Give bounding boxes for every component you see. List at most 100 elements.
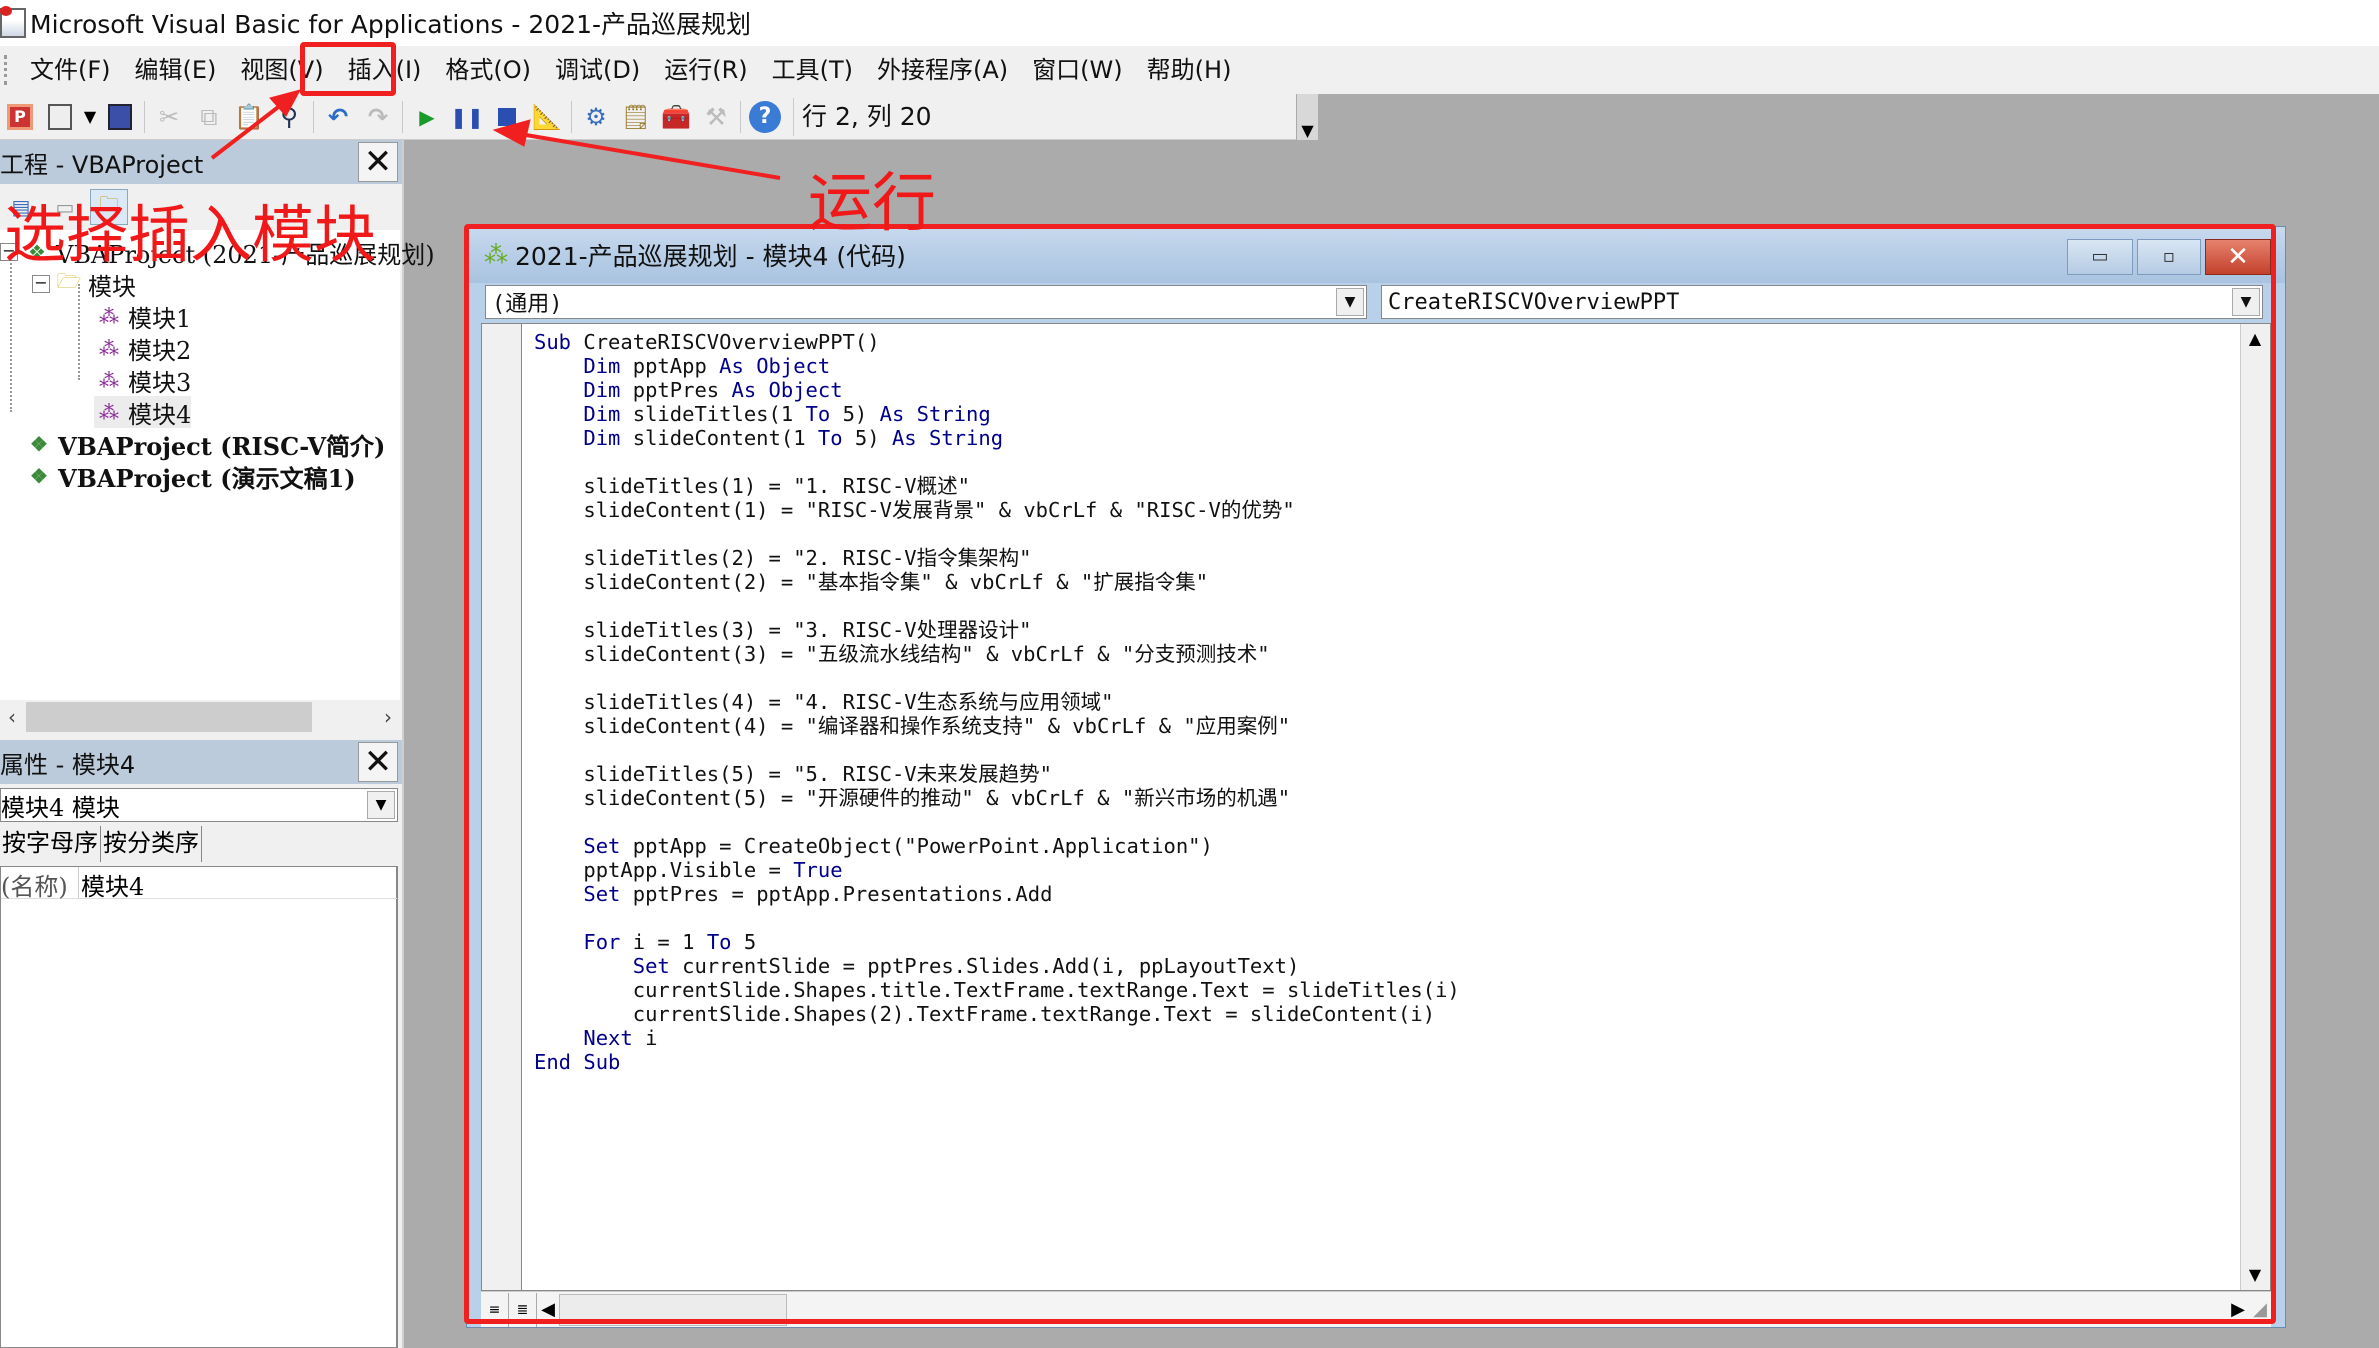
help-button[interactable]: ? <box>745 98 785 136</box>
tree-item-project[interactable]: ❖ VBAProject (RISC-V简介) <box>24 428 385 461</box>
scroll-up-icon[interactable]: ▲ <box>2241 324 2269 354</box>
tree-item-root-project[interactable]: − ❖ VBAProject (2021-产品巡展规划) <box>0 236 435 269</box>
properties-close-button[interactable]: ✕ <box>358 742 398 782</box>
code-line[interactable]: Dim pptPres As Object <box>534 378 1460 402</box>
code-horizontal-scrollbar[interactable]: ≡ ≣ ◀ ▶ ◢ <box>481 1291 2271 1327</box>
tree-item-module[interactable]: ⁂ 模块1 <box>94 300 191 333</box>
tree-item-module[interactable]: ⁂ 模块3 <box>94 364 191 397</box>
insert-dropdown-button[interactable]: ▼ <box>80 98 100 136</box>
paste-button[interactable]: 📋 <box>229 98 269 136</box>
collapse-icon[interactable]: − <box>32 275 50 293</box>
code-editor[interactable]: Sub CreateRISCVOverviewPPT() Dim pptApp … <box>481 323 2271 1291</box>
tree-item-project[interactable]: ❖ VBAProject (演示文稿1) <box>24 460 356 493</box>
menubar-grip-handle[interactable] <box>4 55 10 85</box>
menu-debug[interactable]: 调试(D) <box>543 48 652 92</box>
code-line[interactable]: Dim slideTitles(1 To 5) As String <box>534 402 1460 426</box>
code-line[interactable]: slideContent(1) = "RISC-V发展背景" & vbCrLf … <box>534 498 1460 522</box>
code-line[interactable]: Next i <box>534 1026 1460 1050</box>
menu-window[interactable]: 窗口(W) <box>1020 48 1134 92</box>
code-line[interactable]: slideContent(3) = "五级流水线结构" & vbCrLf & "… <box>534 642 1460 666</box>
undo-button[interactable]: ↶ <box>318 98 358 136</box>
code-line[interactable]: slideTitles(5) = "5. RISC-V未来发展趋势" <box>534 762 1460 786</box>
full-module-view-button[interactable]: ≣ <box>509 1292 537 1327</box>
procedure-combo[interactable]: CreateRISCVOverviewPPT ▼ <box>1381 285 2263 319</box>
code-line[interactable] <box>534 738 1460 762</box>
find-button[interactable]: ⚲ <box>269 98 309 136</box>
chevron-down-icon[interactable]: ▼ <box>367 791 395 819</box>
code-line[interactable]: slideTitles(1) = "1. RISC-V概述" <box>534 474 1460 498</box>
run-button[interactable]: ▶ <box>407 98 447 136</box>
redo-button[interactable]: ↷ <box>358 98 398 136</box>
scroll-left-icon[interactable]: ◀ <box>537 1299 559 1320</box>
scroll-left-icon[interactable]: ‹ <box>0 705 24 729</box>
code-line[interactable]: currentSlide.Shapes.title.TextFrame.text… <box>534 978 1460 1002</box>
scroll-right-icon[interactable]: ▶ <box>2227 1299 2249 1320</box>
menu-help[interactable]: 帮助(H) <box>1135 48 1244 92</box>
property-value[interactable]: 模块4 <box>79 867 144 901</box>
procedure-view-button[interactable]: ≡ <box>481 1292 509 1327</box>
menu-addins[interactable]: 外接程序(A) <box>865 48 1020 92</box>
menu-format[interactable]: 格式(O) <box>433 48 543 92</box>
code-line[interactable]: Sub CreateRISCVOverviewPPT() <box>534 330 1460 354</box>
view-powerpoint-button[interactable]: P <box>0 98 40 136</box>
menu-insert[interactable]: 插入(I) <box>336 48 434 92</box>
tab-alphabetic[interactable]: 按字母序 <box>0 826 101 862</box>
properties-object-select[interactable]: 模块4 模块 ▼ <box>0 788 398 822</box>
reset-button[interactable] <box>487 98 527 136</box>
design-mode-button[interactable]: 📐 <box>527 98 567 136</box>
code-line[interactable]: Set currentSlide = pptPres.Slides.Add(i,… <box>534 954 1460 978</box>
view-object-button[interactable]: ▭ <box>46 189 84 225</box>
save-button[interactable] <box>100 98 140 136</box>
code-line[interactable] <box>534 666 1460 690</box>
chevron-down-icon[interactable]: ▼ <box>1336 288 1364 316</box>
view-code-button[interactable]: ▤ <box>2 189 40 225</box>
code-line[interactable]: Dim pptApp As Object <box>534 354 1460 378</box>
menu-tools[interactable]: 工具(T) <box>760 48 865 92</box>
minimize-button[interactable]: ▭ <box>2067 239 2133 275</box>
chevron-down-icon[interactable]: ▼ <box>2232 288 2260 316</box>
code-line[interactable]: slideTitles(2) = "2. RISC-V指令集架构" <box>534 546 1460 570</box>
code-line[interactable]: currentSlide.Shapes(2).TextFrame.textRan… <box>534 1002 1460 1026</box>
code-line[interactable]: For i = 1 To 5 <box>534 930 1460 954</box>
code-line[interactable] <box>534 906 1460 930</box>
tree-item-module-selected[interactable]: ⁂ 模块4 <box>94 396 192 429</box>
tree-item-modules-folder[interactable]: − 🗁 模块 <box>32 268 136 301</box>
code-line[interactable] <box>534 594 1460 618</box>
resize-grip-icon[interactable]: ◢ <box>2249 1299 2271 1320</box>
code-vertical-scrollbar[interactable]: ▲ ▼ <box>2240 324 2270 1290</box>
scroll-down-icon[interactable]: ▼ <box>2241 1260 2269 1290</box>
collapse-icon[interactable]: − <box>0 243 18 261</box>
menu-edit[interactable]: 编辑(E) <box>123 48 229 92</box>
project-explorer-close-button[interactable]: ✕ <box>358 142 398 182</box>
toolbar-options-button[interactable]: ▼ <box>1296 94 1318 140</box>
code-window-titlebar[interactable]: ⁂ 2021-产品巡展规划 - 模块4 (代码) ▭ ▫ ✕ <box>467 227 2285 283</box>
tree-horizontal-scrollbar[interactable]: ‹ › <box>0 700 400 734</box>
code-line[interactable]: slideContent(5) = "开源硬件的推动" & vbCrLf & "… <box>534 786 1460 810</box>
object-combo[interactable]: (通用) ▼ <box>485 285 1367 319</box>
code-line[interactable] <box>534 810 1460 834</box>
code-line[interactable]: Set pptApp = CreateObject("PowerPoint.Ap… <box>534 834 1460 858</box>
tab-categorized[interactable]: 按分类序 <box>101 826 202 862</box>
tree-item-module[interactable]: ⁂ 模块2 <box>94 332 191 365</box>
project-explorer-button[interactable]: ⚙ <box>576 98 616 136</box>
code-margin-indicator-bar[interactable] <box>482 324 522 1290</box>
code-line[interactable]: slideTitles(4) = "4. RISC-V生态系统与应用领域" <box>534 690 1460 714</box>
property-row[interactable]: (名称) 模块4 <box>1 867 397 901</box>
toolbox-button[interactable]: ⚒ <box>696 98 736 136</box>
scroll-right-icon[interactable]: › <box>376 705 400 729</box>
object-browser-button[interactable]: 🧰 <box>656 98 696 136</box>
menu-run[interactable]: 运行(R) <box>652 48 759 92</box>
code-text[interactable]: Sub CreateRISCVOverviewPPT() Dim pptApp … <box>534 330 1460 1074</box>
code-line[interactable] <box>534 450 1460 474</box>
insert-module-button[interactable] <box>40 98 80 136</box>
code-line[interactable]: Set pptPres = pptApp.Presentations.Add <box>534 882 1460 906</box>
scrollbar-thumb[interactable] <box>26 702 312 732</box>
menu-view[interactable]: 视图(V) <box>228 48 335 92</box>
code-line[interactable]: slideContent(4) = "编译器和操作系统支持" & vbCrLf … <box>534 714 1460 738</box>
code-line[interactable] <box>534 522 1460 546</box>
code-line[interactable]: slideTitles(3) = "3. RISC-V处理器设计" <box>534 618 1460 642</box>
properties-window-button[interactable]: 🗒 <box>616 98 656 136</box>
scrollbar-thumb[interactable] <box>559 1293 787 1326</box>
cut-button[interactable]: ✂ <box>149 98 189 136</box>
copy-button[interactable]: ⧉ <box>189 98 229 136</box>
